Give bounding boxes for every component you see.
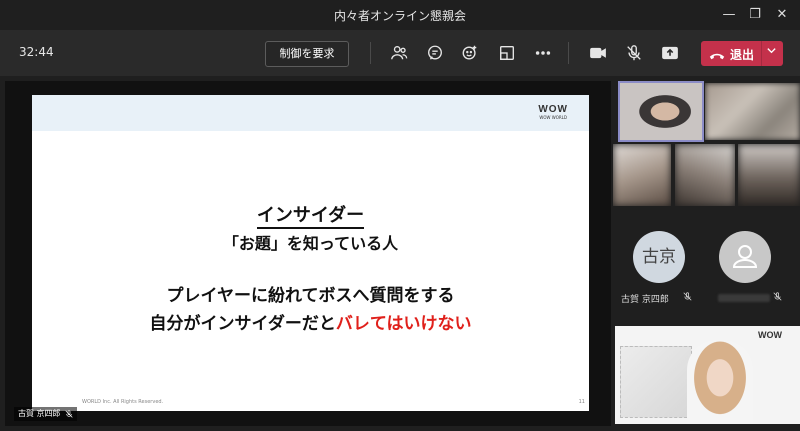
- close-icon[interactable]: ✕: [773, 6, 791, 24]
- toolbar-divider: [370, 42, 371, 64]
- chevron-down-icon[interactable]: [766, 45, 777, 59]
- meeting-timer: 32:44: [19, 45, 54, 59]
- background-illustration: [620, 346, 692, 418]
- logo-text: WOW: [538, 104, 568, 115]
- title-bar: 内々者オンライン懇親会 — ❐ ✕: [0, 0, 800, 30]
- participant-name: 古賀 京四郎: [621, 295, 669, 305]
- slide-header-band: [32, 95, 589, 131]
- share-content-icon[interactable]: [658, 41, 682, 65]
- slide-title: インサイダー: [32, 201, 589, 229]
- reactions-icon[interactable]: [458, 41, 482, 65]
- slide-line-3: プレイヤーに紛れてボスへ質問をする: [166, 286, 455, 306]
- participant-avatar-tile[interactable]: [699, 211, 779, 301]
- share-tray-icon[interactable]: [495, 41, 519, 65]
- presentation-slide: WOW WOW WORLD インサイダー 「お題」を知っている人 プレイヤーに紛…: [32, 95, 589, 411]
- mic-muted-icon: [773, 292, 782, 304]
- slide-subtitle: 「お題」を知っている人: [222, 234, 399, 253]
- avatar: 古京: [633, 231, 685, 283]
- wow-logo: WOW WOW WORLD: [538, 104, 568, 120]
- participant-avatar-tile[interactable]: 古京: [613, 211, 693, 301]
- minimize-icon[interactable]: —: [720, 6, 738, 24]
- leave-divider: [761, 41, 762, 66]
- shared-screen-stage: WOW WOW WORLD インサイダー 「お題」を知っている人 プレイヤーに紛…: [5, 81, 611, 426]
- mic-muted-icon: [64, 410, 73, 418]
- mirrored-logo: WOW: [758, 330, 782, 340]
- mic-muted-icon: [683, 292, 692, 304]
- slide-line-4-highlight: バレてはいけない: [335, 314, 472, 334]
- restore-icon[interactable]: ❐: [746, 6, 764, 24]
- participant-video-tile[interactable]: [613, 144, 671, 206]
- slide-line-4-prefix: 自分がインサイダーだと: [149, 314, 336, 334]
- participant-video: [675, 144, 735, 206]
- leave-button[interactable]: 退出: [701, 41, 783, 66]
- presenter-name-tag: 古賀 京四郎: [14, 407, 77, 421]
- slide-title-text: インサイダー: [256, 205, 365, 229]
- self-view-tile[interactable]: WOW: [615, 326, 800, 424]
- meeting-toolbar: 32:44 制御を要求 退出: [0, 30, 800, 76]
- logo-subtext: WOW WORLD: [539, 115, 567, 120]
- camera-icon[interactable]: [586, 41, 610, 65]
- hang-up-icon: [709, 47, 725, 66]
- participant-video: [613, 144, 671, 206]
- participant-video-tile[interactable]: [738, 144, 800, 206]
- participant-video-tile[interactable]: [618, 81, 704, 142]
- leave-label: 退出: [730, 48, 755, 62]
- participant-video: [620, 83, 702, 140]
- request-control-button[interactable]: 制御を要求: [265, 41, 349, 67]
- participant-video: [738, 144, 800, 206]
- person-icon: [732, 245, 758, 268]
- participants-icon[interactable]: [387, 41, 411, 65]
- slide-line-4: 自分がインサイダーだとバレてはいけない: [32, 309, 589, 334]
- presenter-name: 古賀 京四郎: [18, 409, 61, 418]
- window-title: 内々者オンライン懇親会: [333, 9, 466, 23]
- more-options-icon[interactable]: [531, 41, 555, 65]
- avatar: [719, 231, 771, 283]
- chat-icon[interactable]: [423, 41, 447, 65]
- participant-name-redacted: [718, 294, 770, 302]
- slide-page-number: 11: [578, 399, 585, 405]
- participants-panel: 古京 古賀 京四郎 WOW: [613, 81, 800, 426]
- participant-video-tile[interactable]: [705, 83, 800, 140]
- slide-footer: WORLD Inc. All Rights Reserved.: [82, 399, 164, 405]
- participant-video: [705, 83, 800, 140]
- toolbar-divider: [568, 42, 569, 64]
- self-video: [687, 340, 753, 424]
- microphone-muted-icon[interactable]: [622, 41, 646, 65]
- participant-video-tile[interactable]: [675, 144, 735, 206]
